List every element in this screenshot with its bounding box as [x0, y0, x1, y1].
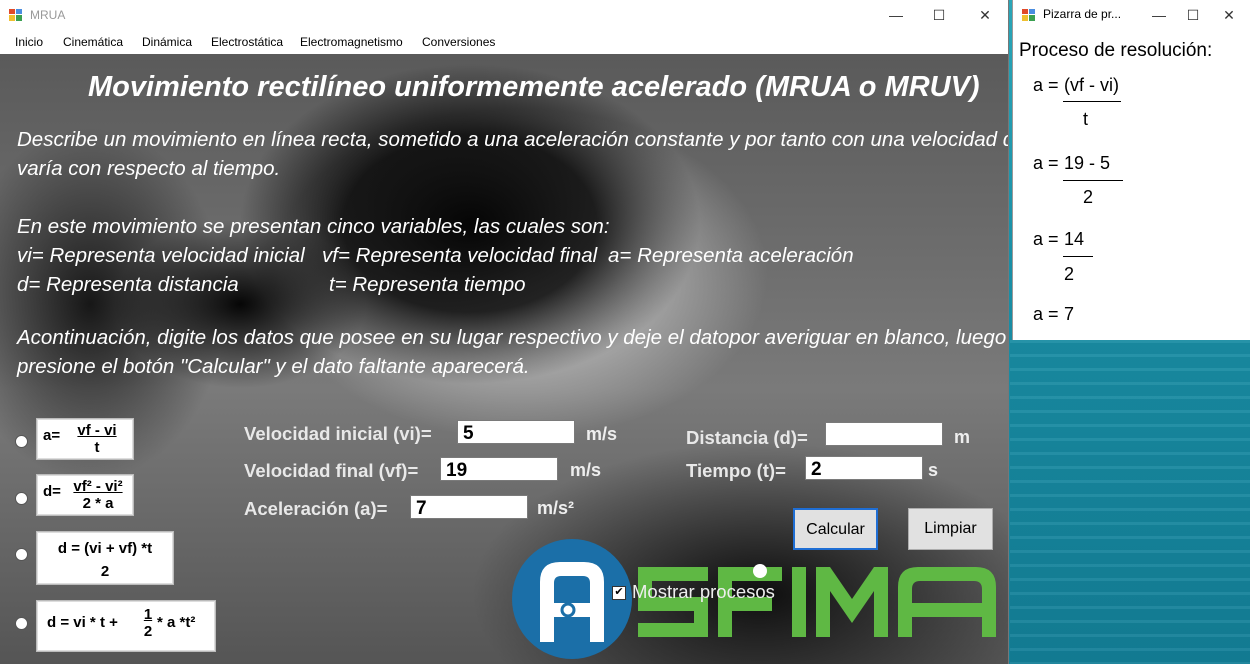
menu-conversiones[interactable]: Conversiones: [422, 35, 495, 49]
formula-1-numerator: vf - vi: [77, 422, 117, 439]
formula-3-fraction: d = (vi + vf) *t 2: [43, 540, 167, 580]
formula-4-frac-denominator: 2: [143, 623, 153, 640]
process-close-button[interactable]: ✕: [1209, 0, 1249, 30]
show-process-checkbox[interactable]: ✔: [612, 586, 626, 600]
step-1-numerator: (vf - vi): [1064, 75, 1119, 95]
close-button[interactable]: ✕: [962, 0, 1008, 30]
formula-4-frac-numerator: 1: [143, 606, 153, 623]
title-bar: MRUA — ☐ ✕: [0, 0, 1008, 30]
formula-1-denominator: t: [94, 439, 100, 456]
variable-t: t= Representa tiempo: [329, 273, 526, 296]
minimize-button[interactable]: —: [873, 0, 919, 30]
show-process-label: Mostrar procesos: [632, 581, 775, 602]
main-window: MRUA — ☐ ✕ Inicio Cinemática Dinámica El…: [0, 0, 1009, 664]
formula-acceleration: a= vf - vi t: [36, 418, 134, 460]
app-icon: [1022, 9, 1035, 21]
menu-dinamica[interactable]: Dinámica: [142, 35, 192, 49]
formula-1-fraction: vf - vi t: [67, 422, 127, 456]
step-4-lhs: a =: [1033, 304, 1059, 324]
variable-vf: vf= Representa velocidad final: [322, 244, 598, 267]
window-title: MRUA: [30, 8, 66, 22]
variable-a: a= Representa aceleración: [608, 244, 854, 267]
menu-inicio[interactable]: Inicio: [15, 35, 43, 49]
step-1-denominator: t: [1083, 109, 1089, 129]
a-label: Aceleración (a)=: [244, 498, 388, 519]
formula-4-fraction: 1 2: [141, 606, 155, 640]
t-input[interactable]: 2: [805, 456, 923, 480]
step-2-lhs: a =: [1033, 153, 1059, 173]
radio-formula-2[interactable]: [15, 492, 28, 505]
radio-formula-1[interactable]: [15, 435, 28, 448]
a-unit: m/s²: [537, 498, 575, 518]
formula-3-numerator: d = (vi + vf) *t: [57, 540, 153, 557]
step-3-numerator: 14: [1064, 229, 1085, 249]
formula-2-denominator: 2 * a: [82, 495, 114, 512]
step-2-denominator: 2: [1083, 187, 1094, 207]
maximize-button[interactable]: ☐: [916, 0, 962, 30]
desktop-pattern: [1010, 340, 1250, 664]
formula-distance-quadratic: d = vi * t + 1 2 * a *t²: [36, 600, 216, 652]
d-unit: m: [954, 427, 971, 447]
formula-distance-average: d = (vi + vf) *t 2: [36, 531, 174, 585]
process-window: Pizarra de pr... — ☐ ✕ Proceso de resolu…: [1012, 0, 1250, 340]
formula-4-suffix: * a *t²: [157, 614, 196, 631]
step-3-fraction-line: [1063, 256, 1093, 257]
t-unit: s: [928, 460, 939, 480]
process-window-title: Pizarra de pr...: [1043, 7, 1122, 21]
formula-distance-squares: d= vf² - vi² 2 * a: [36, 474, 134, 516]
menu-electromagnetismo[interactable]: Electromagnetismo: [300, 35, 403, 49]
radio-formula-4[interactable]: [15, 617, 28, 630]
step-3-denominator: 2: [1064, 264, 1075, 284]
step-4-result: 7: [1064, 304, 1075, 324]
formula-3-denominator: 2: [100, 563, 110, 580]
radio-formula-3[interactable]: [15, 548, 28, 561]
app-icon: [9, 9, 22, 21]
vf-unit: m/s: [570, 460, 602, 480]
step-1-lhs: a =: [1033, 75, 1059, 95]
vi-label: Velocidad inicial (vi)=: [244, 423, 432, 444]
menu-cinematica[interactable]: Cinemática: [63, 35, 123, 49]
menu-bar: Inicio Cinemática Dinámica Electrostátic…: [0, 30, 1008, 54]
variable-vi: vi= Representa velocidad inicial: [17, 244, 305, 267]
d-label: Distancia (d)=: [686, 427, 808, 448]
variable-d: d= Representa distancia: [17, 273, 239, 296]
main-content: Movimiento rectilíneo uniformemente acel…: [0, 54, 1008, 664]
description-line-2: varía con respecto al tiempo.: [17, 157, 281, 180]
formula-1-prefix: a=: [43, 427, 61, 444]
formula-4-text: d = vi * t +: [47, 614, 118, 631]
description-line-1: Describe un movimiento en línea recta, s…: [17, 128, 1009, 151]
variables-intro: En este movimiento se presentan cinco va…: [17, 215, 610, 238]
step-2-fraction-line: [1063, 180, 1123, 181]
step-2-numerator: 19 - 5: [1064, 153, 1111, 173]
vi-unit: m/s: [586, 424, 618, 444]
step-3-lhs: a =: [1033, 229, 1059, 249]
instructions-line-2: presione el botón "Calcular" y el dato f…: [17, 355, 530, 378]
t-label: Tiempo (t)=: [686, 460, 786, 481]
vi-input[interactable]: 5: [457, 420, 575, 444]
instructions-line-1: Acontinuación, digite los datos que pose…: [17, 326, 1007, 349]
menu-electrostatica[interactable]: Electrostática: [211, 35, 283, 49]
vf-input[interactable]: 19: [440, 457, 558, 481]
process-heading: Proceso de resolución:: [1019, 40, 1213, 61]
process-maximize-button[interactable]: ☐: [1173, 0, 1213, 30]
page-title: Movimiento rectilíneo uniformemente acel…: [88, 71, 980, 103]
vf-label: Velocidad final (vf)=: [244, 460, 419, 481]
a-input[interactable]: 7: [410, 495, 528, 519]
formula-2-numerator: vf² - vi²: [73, 478, 123, 495]
formula-2-prefix: d=: [43, 483, 61, 500]
step-1-fraction-line: [1063, 101, 1121, 102]
formula-2-fraction: vf² - vi² 2 * a: [65, 478, 131, 512]
d-input[interactable]: [825, 422, 943, 446]
